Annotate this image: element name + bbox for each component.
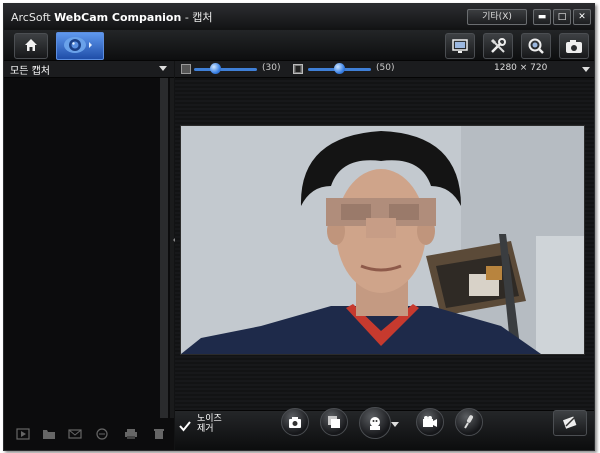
noise-reduction-checkbox[interactable]: [179, 420, 191, 432]
face-effects-dropdown-icon[interactable]: [391, 422, 399, 427]
home-icon: [25, 39, 37, 51]
brightness-slider[interactable]: [194, 68, 257, 71]
close-button[interactable]: ✕: [573, 9, 591, 25]
zoom-icon: [528, 38, 544, 54]
capture-actions-bar: [4, 418, 174, 450]
camera-controls-bar: (30) (50) 1280 × 720: [175, 61, 594, 78]
contrast-slider-knob[interactable]: [334, 63, 345, 74]
capture-list-scrollbar[interactable]: [160, 78, 168, 418]
title-section: - 캡처: [184, 11, 213, 24]
noise-label-line2: 제거: [197, 424, 214, 434]
folder-icon[interactable]: [42, 428, 56, 440]
microphone-icon: [464, 415, 473, 429]
play-icon[interactable]: [16, 428, 30, 440]
record-video-button[interactable]: [416, 408, 444, 436]
home-button[interactable]: [14, 33, 48, 59]
capture-filter-label: 모든 캡처: [10, 66, 50, 77]
capture-filter-dropdown[interactable]: 모든 캡처: [4, 61, 174, 78]
maximize-button[interactable]: □: [553, 9, 571, 25]
email-icon[interactable]: [68, 428, 82, 440]
webcam-tab[interactable]: [56, 32, 104, 60]
zoom-button[interactable]: [521, 33, 551, 59]
gallery-icon: [328, 416, 340, 428]
brightness-icon: [181, 64, 191, 74]
edit-icon: [562, 416, 577, 429]
chevron-down-icon: [159, 66, 167, 71]
brightness-slider-knob[interactable]: [210, 63, 221, 74]
capture-list: [4, 78, 174, 418]
resolution-dropdown-icon[interactable]: [582, 67, 590, 72]
brightness-value: (30): [262, 63, 281, 73]
face-effects-icon: [370, 417, 380, 430]
tools-button[interactable]: [483, 33, 513, 59]
trash-icon[interactable]: [152, 428, 166, 440]
capture-photo-button[interactable]: [281, 408, 309, 436]
camera-icon: [289, 417, 301, 428]
webcam-preview: [180, 125, 585, 355]
video-icon: [423, 416, 437, 427]
print-icon[interactable]: [124, 428, 138, 440]
contrast-value: (50): [376, 63, 395, 73]
settings-tools-icon: [490, 38, 506, 53]
title-brand-prefix: ArcSoft: [11, 11, 51, 24]
contrast-icon: [293, 64, 303, 74]
minimize-button[interactable]: ▬: [533, 9, 551, 25]
webcam-feed-image: [181, 126, 584, 354]
face-effects-button[interactable]: [359, 407, 391, 439]
main-toolbar: [4, 30, 594, 61]
pane-splitter[interactable]: [170, 78, 174, 418]
title-brand: WebCam Companion: [54, 11, 182, 24]
webcam-icon: [64, 37, 92, 53]
window-title: ArcSoft WebCam Companion - 캡처: [11, 9, 213, 25]
noise-label-line1: 노이즈: [197, 414, 222, 424]
record-audio-button[interactable]: [455, 408, 483, 436]
noise-reduction-label[interactable]: 노이즈 제거: [197, 414, 231, 434]
title-bar: ArcSoft WebCam Companion - 캡처 기타(X) ▬ □ …: [4, 4, 594, 28]
screen-icon: [452, 39, 468, 53]
burst-capture-button[interactable]: [320, 408, 348, 436]
edit-button[interactable]: [553, 410, 587, 436]
snapshot-button[interactable]: [559, 33, 589, 59]
more-menu-button[interactable]: 기타(X): [467, 9, 527, 25]
display-button[interactable]: [445, 33, 475, 59]
resolution-value[interactable]: 1280 × 720: [494, 63, 547, 73]
share-icon[interactable]: [96, 428, 110, 440]
camera-snapshot-icon: [566, 40, 582, 53]
